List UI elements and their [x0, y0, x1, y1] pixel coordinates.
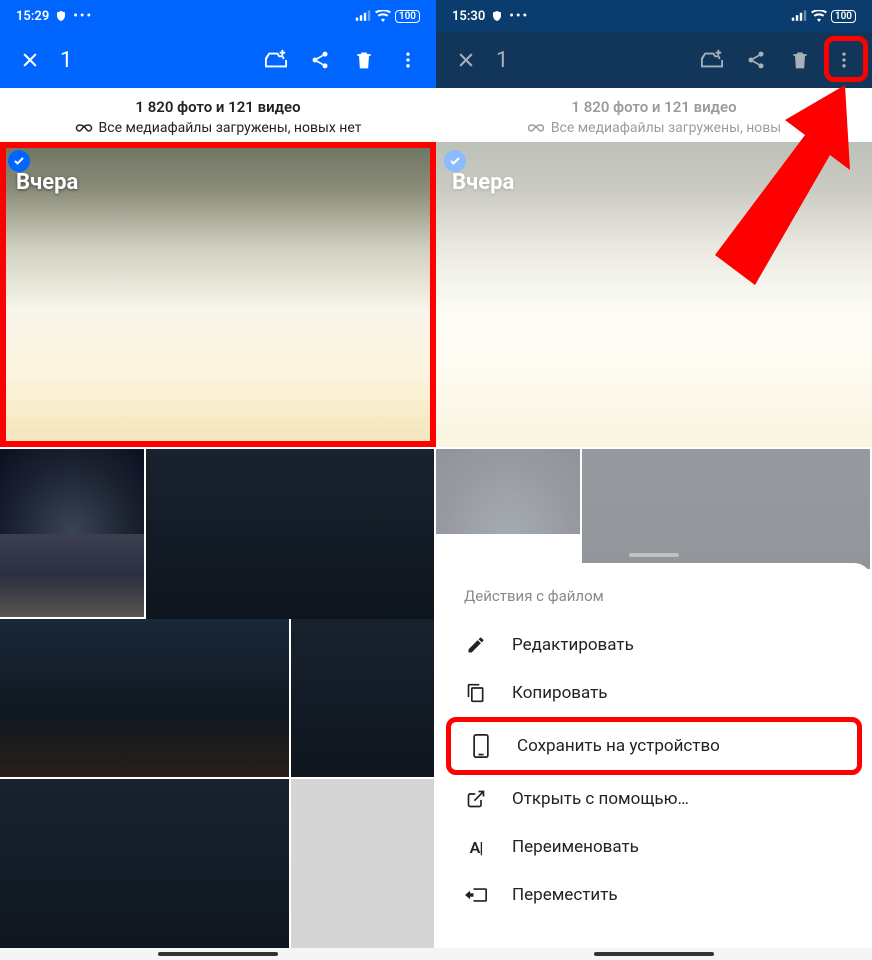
screen-left: 15:29 ••• 100 1 — [0, 0, 436, 960]
nav-handle — [158, 952, 278, 956]
info-bar: 1 820 фото и 121 видео Все медиафайлы за… — [0, 88, 436, 142]
action-rename[interactable]: A| Переименовать — [436, 823, 872, 871]
photo-thumb[interactable] — [291, 619, 434, 777]
photo-gallery[interactable]: Вчера --:-- — [0, 142, 436, 960]
selected-check-icon — [444, 150, 466, 172]
photo-thumb — [436, 449, 580, 534]
battery-icon: 100 — [395, 10, 420, 23]
sync-status: Все медиафайлы загружены, новы — [551, 120, 781, 136]
photo-thumb[interactable] — [0, 534, 144, 617]
action-open-with[interactable]: Открыть с помощью… — [436, 775, 872, 823]
close-button[interactable] — [444, 42, 488, 78]
delete-button[interactable] — [344, 40, 384, 80]
actions-sheet: Действия с файлом Редактировать Копирова… — [436, 563, 872, 960]
battery-icon: 100 — [831, 10, 856, 23]
action-save-to-device[interactable]: Сохранить на устройство — [446, 717, 862, 775]
wifi-icon — [811, 10, 827, 22]
nav-handle — [594, 952, 714, 956]
status-time: 15:30 — [452, 9, 485, 24]
copy-icon — [464, 681, 488, 705]
status-dots: ••• — [73, 9, 93, 24]
video-thumb[interactable]: --:-- — [291, 779, 434, 960]
date-section-label: Вчера — [16, 170, 78, 195]
status-time: 15:29 — [16, 9, 49, 24]
close-button[interactable] — [8, 42, 52, 78]
shield-icon — [55, 10, 67, 22]
photo-thumb[interactable] — [0, 619, 289, 777]
action-copy[interactable]: Копировать — [436, 669, 872, 717]
photo-main-selected: Вчера — [436, 142, 872, 447]
signal-icon — [791, 10, 807, 22]
status-bar: 15:30 ••• 100 — [436, 0, 872, 32]
info-bar: 1 820 фото и 121 видео Все медиафайлы за… — [436, 88, 872, 142]
action-label: Переместить — [512, 885, 618, 905]
signal-icon — [355, 10, 371, 22]
date-section-label: Вчера — [452, 170, 514, 195]
share-button[interactable] — [300, 40, 340, 80]
nav-bar[interactable] — [0, 948, 436, 960]
selection-toolbar: 1 — [0, 32, 436, 88]
phone-icon — [469, 734, 493, 758]
pencil-icon — [464, 633, 488, 657]
more-button[interactable] — [824, 40, 864, 80]
photo-gallery: Вчера — [436, 142, 872, 569]
shield-icon — [491, 10, 503, 22]
action-label: Редактировать — [512, 635, 634, 655]
status-bar: 15:29 ••• 100 — [0, 0, 436, 32]
infinity-icon — [75, 123, 93, 133]
delete-button[interactable] — [780, 40, 820, 80]
photo-thumb[interactable] — [146, 449, 434, 619]
action-move[interactable]: Переместить — [436, 871, 872, 919]
selected-check-icon[interactable] — [8, 150, 30, 172]
wifi-icon — [375, 10, 391, 22]
rename-icon: A| — [464, 835, 488, 859]
open-external-icon — [464, 787, 488, 811]
photo-main-selected[interactable]: Вчера — [0, 142, 436, 447]
add-photo-button[interactable] — [256, 40, 296, 80]
more-button[interactable] — [388, 40, 428, 80]
action-edit[interactable]: Редактировать — [436, 621, 872, 669]
action-label: Переименовать — [512, 837, 639, 857]
infinity-icon — [527, 123, 545, 133]
sync-status: Все медиафайлы загружены, новых нет — [99, 120, 362, 136]
share-button[interactable] — [736, 40, 776, 80]
photo-thumb — [582, 449, 870, 569]
add-photo-button[interactable] — [692, 40, 732, 80]
move-icon — [464, 883, 488, 907]
media-count: 1 820 фото и 121 видео — [0, 98, 436, 116]
photo-thumb[interactable] — [0, 779, 289, 960]
status-dots: ••• — [509, 9, 529, 24]
action-label: Сохранить на устройство — [517, 736, 720, 756]
selection-count: 1 — [60, 48, 256, 73]
selection-toolbar: 1 — [436, 32, 872, 88]
nav-bar[interactable] — [436, 948, 872, 960]
screen-right: 15:30 ••• 100 1 — [436, 0, 872, 960]
action-label: Открыть с помощью… — [512, 789, 689, 809]
sheet-title: Действия с файлом — [436, 587, 872, 621]
sheet-drag-handle[interactable] — [629, 553, 679, 557]
action-label: Копировать — [512, 683, 608, 703]
photo-thumb[interactable] — [0, 449, 144, 534]
media-count: 1 820 фото и 121 видео — [436, 98, 872, 116]
selection-count: 1 — [496, 48, 692, 73]
